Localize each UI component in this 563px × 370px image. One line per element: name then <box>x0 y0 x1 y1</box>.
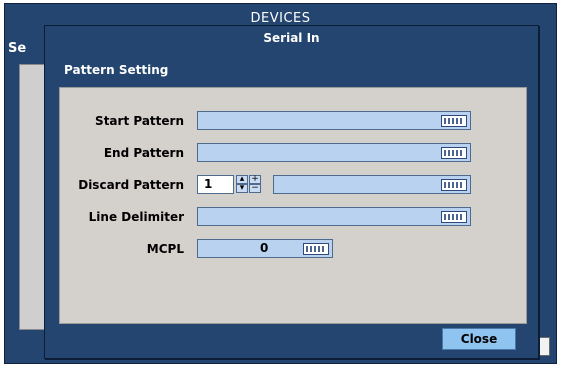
close-button[interactable]: Close <box>442 328 516 350</box>
dialog-title: Serial In <box>263 31 320 45</box>
start-pattern-input[interactable] <box>197 111 471 130</box>
serial-in-dialog: Serial In Pattern Setting Start Pattern … <box>44 25 539 359</box>
line-delimiter-label: Line Delimiter <box>88 210 184 224</box>
devices-window-title: DEVICES <box>250 11 311 26</box>
keyboard-icon[interactable] <box>441 147 467 159</box>
mcpl-label: MCPL <box>146 242 184 256</box>
end-pattern-input[interactable] <box>197 143 471 162</box>
section-title: Pattern Setting <box>64 63 169 77</box>
discard-pattern-count[interactable]: 1 <box>197 175 234 194</box>
line-delimiter-input[interactable] <box>197 207 471 226</box>
discard-pattern-input[interactable] <box>273 175 471 194</box>
minus-icon[interactable]: − <box>249 184 261 193</box>
pattern-setting-panel: Start Pattern End Pattern Discard Patter… <box>59 87 527 324</box>
keyboard-icon[interactable] <box>441 211 467 223</box>
keyboard-icon[interactable] <box>441 115 467 127</box>
mcpl-input[interactable]: 0 <box>197 239 333 258</box>
spin-down-icon[interactable]: ▾ <box>236 184 248 193</box>
keyboard-icon[interactable] <box>303 243 329 255</box>
discard-pattern-label: Discard Pattern <box>78 178 184 192</box>
mcpl-value: 0 <box>260 241 269 255</box>
devices-window-label: Se <box>8 41 27 56</box>
start-pattern-label: Start Pattern <box>95 114 184 128</box>
end-pattern-label: End Pattern <box>103 146 184 160</box>
keyboard-icon[interactable] <box>441 179 467 191</box>
